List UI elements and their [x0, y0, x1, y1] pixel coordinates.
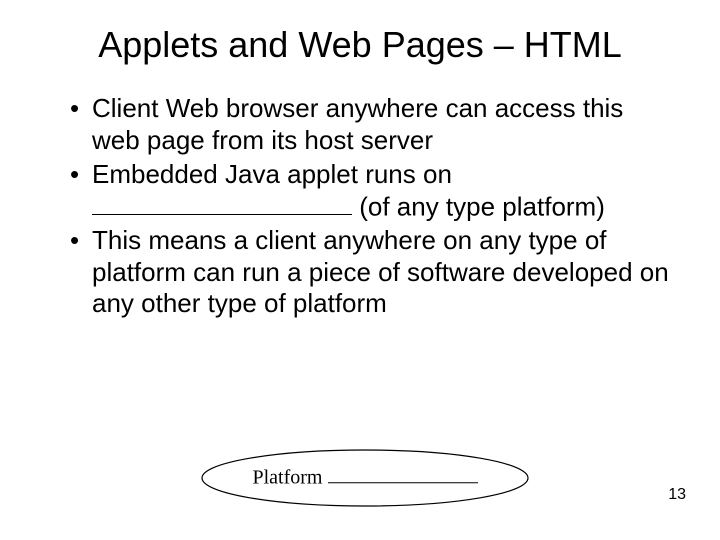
- callout-label: Platform: [253, 466, 328, 488]
- bullet-text-pre: Embedded Java applet runs on: [92, 159, 452, 189]
- callout-text: Platform: [200, 464, 530, 489]
- bullet-list: Client Web browser anywhere can access t…: [50, 93, 670, 320]
- bullet-text: This means a client anywhere on any type…: [92, 225, 669, 318]
- list-item: Client Web browser anywhere can access t…: [70, 93, 670, 156]
- fill-in-blank: [92, 191, 352, 216]
- bullet-text: Client Web browser anywhere can access t…: [92, 93, 623, 155]
- list-item: This means a client anywhere on any type…: [70, 225, 670, 320]
- bullet-text-post: (of any type platform): [352, 191, 605, 221]
- slide: Applets and Web Pages – HTML Client Web …: [0, 0, 720, 540]
- list-item: Embedded Java applet runs on (of any typ…: [70, 159, 670, 223]
- callout: Platform: [200, 448, 530, 508]
- slide-title: Applets and Web Pages – HTML: [50, 24, 670, 65]
- fill-in-blank: [328, 464, 478, 483]
- page-number: 13: [668, 486, 686, 504]
